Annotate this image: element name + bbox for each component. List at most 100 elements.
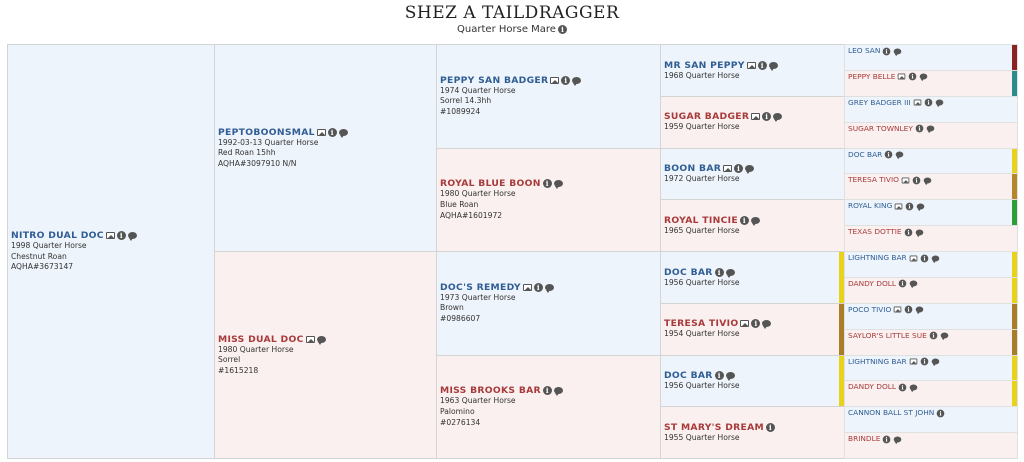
chat-icon[interactable] [931,358,939,367]
info-icon[interactable]: i [904,228,912,236]
horse-name-link[interactable]: SUGAR TOWNLEY i [848,124,935,134]
info-icon[interactable]: i [905,202,914,211]
horse-name[interactable]: DANDY DOLL [848,279,896,288]
horse-name[interactable]: DOC BAR [848,150,882,159]
horse-name-link[interactable]: DOC'S REMEDY i [440,282,554,293]
photo-icon[interactable] [901,177,910,184]
horse-name[interactable]: SAYLOR'S LITTLE SUE [848,331,927,340]
horse-name-link[interactable]: DOC BAR i [664,267,740,278]
info-icon[interactable]: i [542,179,552,189]
horse-name[interactable]: POCO TIVIO [848,305,891,314]
chat-icon[interactable] [338,128,348,138]
chat-icon[interactable] [762,320,772,330]
info-icon[interactable]: i [883,435,891,443]
horse-name[interactable]: NITRO DUAL DOC [11,230,104,241]
chat-icon[interactable] [920,73,928,82]
photo-icon[interactable] [909,255,917,261]
horse-name-link[interactable]: CANNON BALL ST JOHN i [848,408,945,418]
chat-icon[interactable] [768,61,778,71]
chat-icon[interactable] [916,306,924,315]
chat-icon[interactable] [572,76,582,86]
horse-name[interactable]: PEPTOBOONSMAL [218,127,315,138]
horse-name[interactable]: LIGHTNING BAR [848,253,907,262]
info-icon[interactable]: i [734,164,744,174]
info-icon[interactable]: i [884,150,893,159]
photo-icon[interactable] [909,358,917,365]
horse-name[interactable]: GREY BADGER III [848,98,911,107]
horse-name-link[interactable]: MR SAN PEPPY i [664,60,778,71]
horse-name-link[interactable]: POCO TIVIO i [848,305,924,315]
chat-icon[interactable] [553,180,563,190]
chat-icon[interactable] [894,48,902,56]
horse-name[interactable]: TERESA TIVIO [848,175,899,184]
info-icon[interactable]: i [929,331,938,340]
horse-name[interactable]: MISS BROOKS BAR [440,385,541,396]
horse-name[interactable]: LIGHTNING BAR [848,357,907,366]
horse-name-link[interactable]: PEPPY SAN BADGER i [440,75,582,86]
info-icon[interactable]: i [920,357,928,366]
photo-icon[interactable] [550,76,560,84]
photo-icon[interactable] [522,283,532,291]
chat-icon[interactable] [725,372,735,382]
chat-icon[interactable] [895,151,904,160]
horse-name[interactable]: CANNON BALL ST JOHN [848,408,934,417]
horse-name-link[interactable]: MISS BROOKS BAR i [440,385,563,397]
info-icon[interactable]: i [116,231,126,241]
horse-name-link[interactable]: TERESA TIVIO i [664,318,772,330]
horse-name-link[interactable]: GREY BADGER III i [848,98,944,108]
horse-name-link[interactable]: LIGHTNING BAR i [848,253,940,263]
info-icon[interactable]: i [561,75,571,85]
info-icon[interactable]: i [909,73,917,81]
horse-name-link[interactable]: PEPPY BELLE i [848,72,928,82]
info-icon[interactable]: i [898,383,907,392]
photo-icon[interactable] [740,320,750,328]
horse-name[interactable]: TEXAS DOTTIE [848,227,902,236]
photo-icon[interactable] [913,99,921,106]
horse-name[interactable]: PEPPY BELLE [848,72,895,81]
info-icon[interactable]: i [751,319,761,329]
chat-icon[interactable] [544,283,554,293]
chat-icon[interactable] [940,332,949,341]
horse-name[interactable]: ROYAL TINCIE [664,215,738,226]
horse-name[interactable]: ROYAL KING [848,201,892,210]
info-icon[interactable]: i [533,282,543,292]
horse-name[interactable]: ROYAL BLUE BOON [440,178,541,189]
horse-name[interactable]: DANDY DOLL [848,382,896,391]
info-icon[interactable]: i [762,112,772,122]
info-icon[interactable]: i [898,280,907,288]
horse-name[interactable]: DOC'S REMEDY [440,282,521,293]
info-icon[interactable]: i [714,267,724,277]
info-icon[interactable]: i [714,371,724,381]
photo-icon[interactable] [723,165,733,173]
horse-name-link[interactable]: TERESA TIVIO i [848,175,932,186]
chat-icon[interactable] [127,232,137,242]
info-icon[interactable]: i [542,386,552,396]
chat-icon[interactable] [725,268,735,278]
info-icon[interactable]: i [937,409,945,418]
photo-icon[interactable] [105,232,115,240]
horse-name-link[interactable]: BRINDLE i [848,434,902,444]
horse-name-link[interactable]: DOC BAR i [848,150,904,160]
horse-name[interactable]: SUGAR TOWNLEY [848,124,913,133]
horse-name[interactable]: TERESA TIVIO [664,318,738,329]
horse-name-link[interactable]: SUGAR BADGER i [664,111,783,123]
horse-name-link[interactable]: ST MARY'S DREAM i [664,422,775,433]
chat-icon[interactable] [909,280,918,289]
photo-icon[interactable] [898,73,906,80]
info-icon[interactable]: i [920,254,928,262]
horse-name-link[interactable]: LEO SAN i [848,46,902,56]
horse-name-link[interactable]: ROYAL BLUE BOON i [440,178,563,190]
photo-icon[interactable] [751,113,761,121]
photo-icon[interactable] [305,335,315,343]
info-icon[interactable]: i [757,60,767,70]
horse-name-link[interactable]: ROYAL KING i [848,201,925,211]
horse-name-link[interactable]: MISS DUAL DOC [218,334,326,345]
chat-icon[interactable] [915,229,923,237]
horse-name-link[interactable]: DOC BAR i [664,370,740,382]
horse-name[interactable]: MR SAN PEPPY [664,60,745,71]
horse-name-link[interactable]: DANDY DOLL i [848,279,918,289]
info-icon[interactable]: i [765,422,775,432]
horse-name[interactable]: MISS DUAL DOC [218,334,304,345]
info-icon[interactable]: i [327,127,337,137]
info-icon[interactable]: i [924,98,932,107]
